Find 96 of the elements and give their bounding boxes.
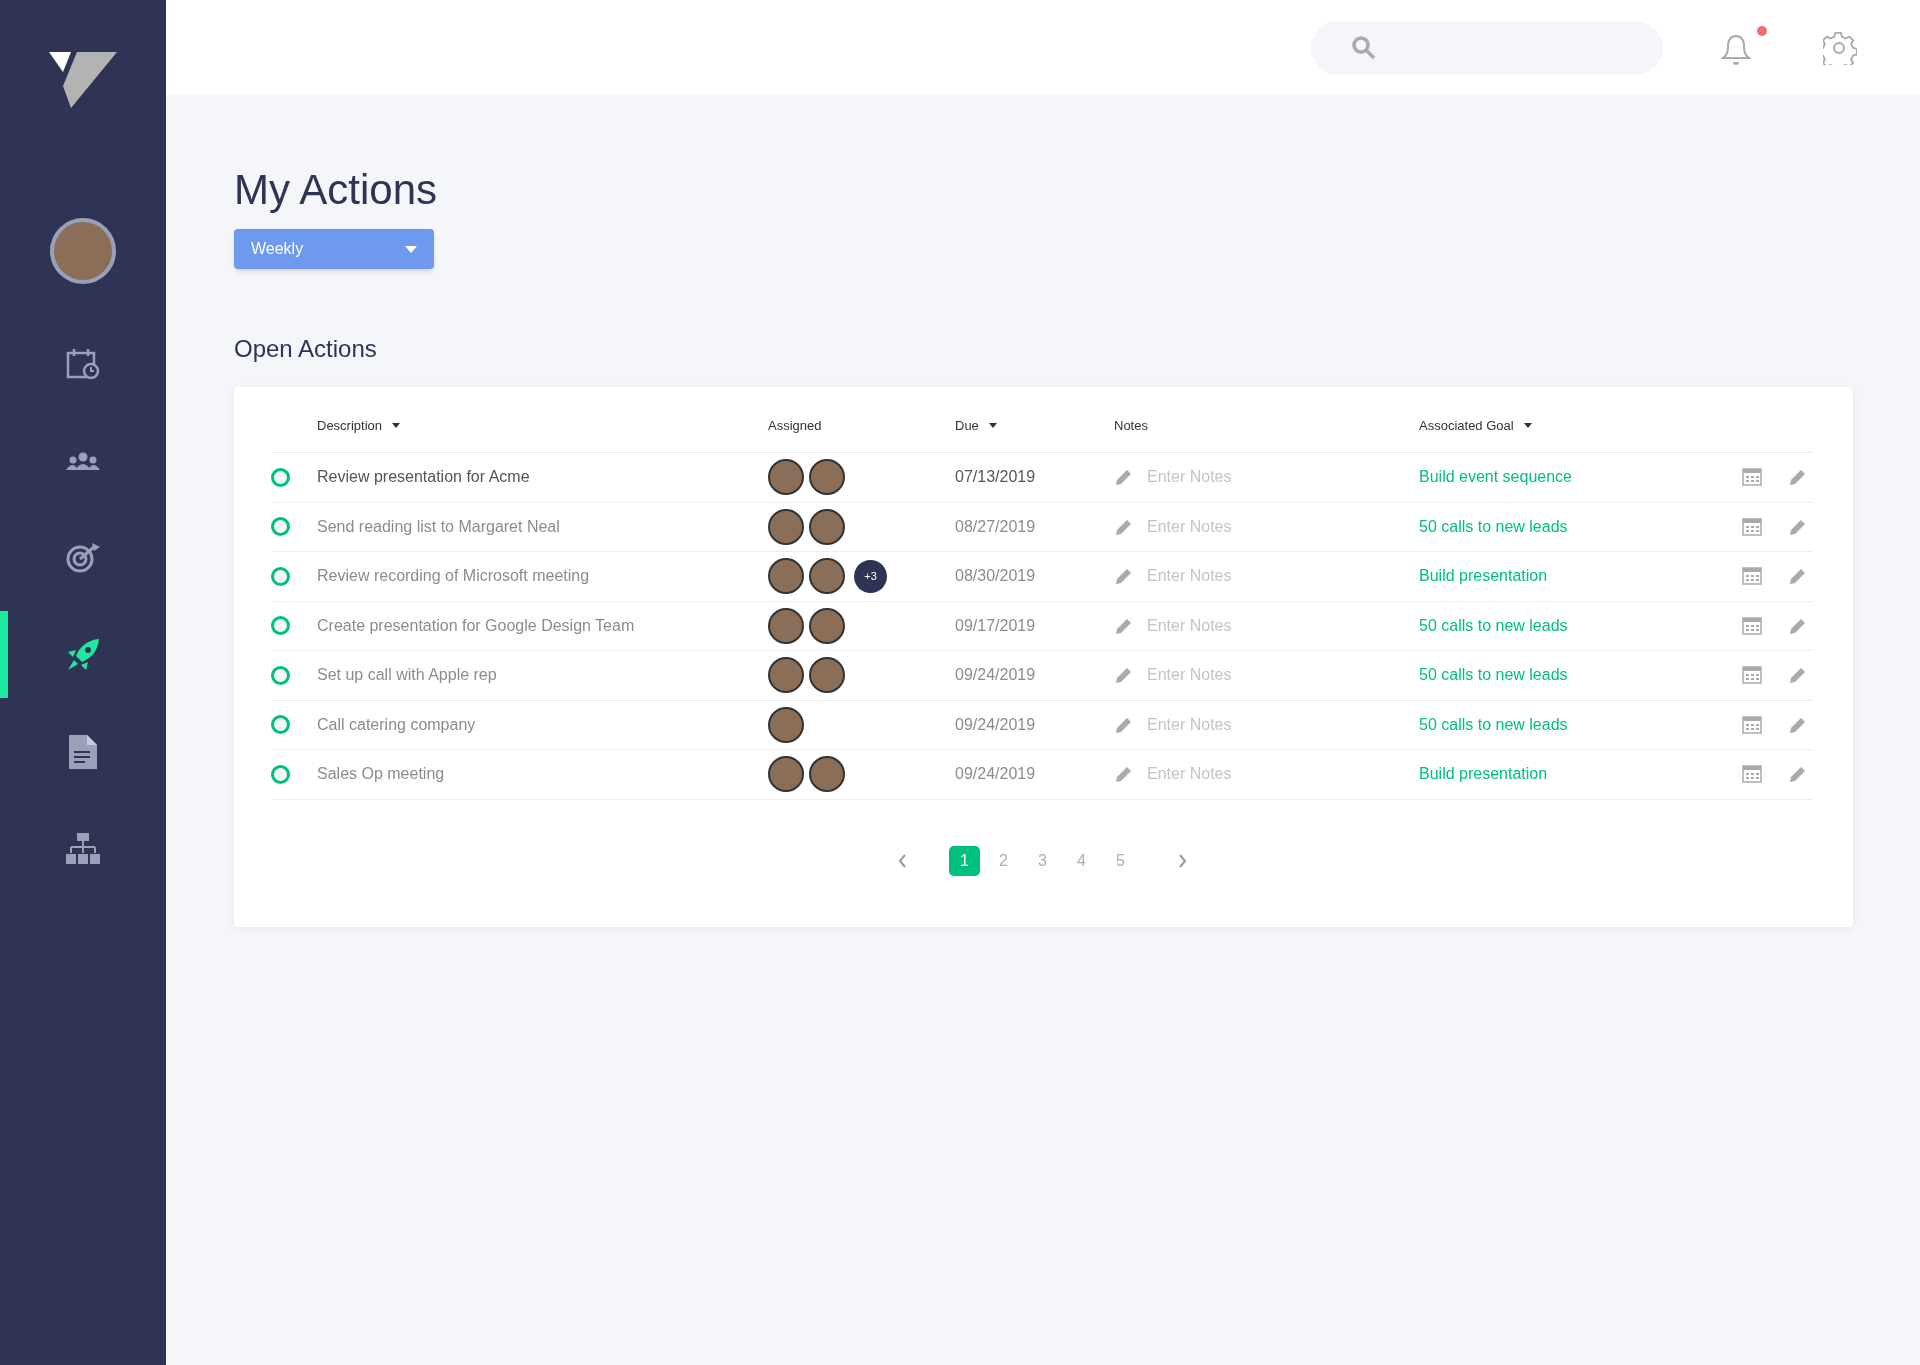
column-header[interactable]: Due <box>955 415 997 436</box>
goal-link[interactable]: 50 calls to new leads <box>1419 666 1568 684</box>
rocket-icon <box>66 637 100 672</box>
pencil-icon <box>1116 469 1132 486</box>
caret-icon <box>405 245 417 253</box>
due-date: 09/24/2019 <box>955 765 1036 783</box>
document-icon <box>69 734 97 769</box>
due-date: 08/30/2019 <box>955 567 1036 585</box>
previous-page-icon[interactable] <box>898 853 907 868</box>
avatar <box>809 508 845 545</box>
pencil-icon <box>1116 617 1132 634</box>
complete-checkbox[interactable] <box>271 566 290 586</box>
page-button[interactable]: 2 <box>988 845 1019 876</box>
avatar <box>768 607 804 644</box>
avatar <box>809 459 845 496</box>
page-title: My Actions <box>234 165 439 215</box>
notes-field[interactable]: Enter Notes <box>1147 564 1347 589</box>
edit-icon[interactable] <box>1790 518 1806 535</box>
calendar-icon[interactable] <box>1742 715 1762 734</box>
goal-link[interactable]: Build presentation <box>1419 567 1548 585</box>
page-button[interactable]: 4 <box>1066 845 1097 876</box>
avatar <box>809 558 845 595</box>
action-description: Sales Op meeting <box>317 765 445 783</box>
action-description: Create presentation for Google Design Team <box>317 616 635 634</box>
goal-link[interactable]: 50 calls to new leads <box>1419 517 1568 535</box>
goal-link[interactable]: 50 calls to new leads <box>1419 616 1568 634</box>
avatar <box>768 657 804 694</box>
complete-checkbox[interactable] <box>271 467 290 487</box>
complete-checkbox[interactable] <box>271 764 290 784</box>
column-header[interactable]: Associated Goal <box>1419 415 1532 436</box>
action-description: Set up call with Apple rep <box>317 666 497 684</box>
calendar-icon[interactable] <box>1742 567 1762 586</box>
column-header: Notes <box>1114 416 1148 435</box>
avatar <box>809 657 845 694</box>
page-button[interactable]: 1 <box>949 845 980 876</box>
action-description: Review recording of Microsoft meeting <box>317 567 590 585</box>
avatar <box>768 459 804 496</box>
complete-checkbox[interactable] <box>271 715 290 735</box>
target-icon <box>66 542 100 573</box>
more-assignees-badge[interactable]: +3 <box>854 559 887 593</box>
action-description: Send reading list to Margaret Neal <box>317 517 560 535</box>
complete-checkbox[interactable] <box>271 517 290 537</box>
due-date: 09/24/2019 <box>955 715 1036 733</box>
team-icon <box>66 451 100 470</box>
pencil-icon <box>1116 667 1132 684</box>
goal-link[interactable]: Build event sequence <box>1419 468 1572 486</box>
calendar-icon[interactable] <box>1742 616 1762 635</box>
avatar <box>809 756 845 793</box>
notes-field[interactable]: Enter Notes <box>1147 465 1347 490</box>
pencil-icon <box>1116 716 1132 733</box>
due-date: 08/27/2019 <box>955 517 1036 535</box>
avatar <box>768 706 804 743</box>
notes-field[interactable]: Enter Notes <box>1147 663 1347 688</box>
avatar <box>768 558 804 595</box>
goal-link[interactable]: Build presentation <box>1419 765 1548 783</box>
settings-icon[interactable] <box>1823 30 1857 65</box>
notes-field[interactable]: Enter Notes <box>1147 613 1347 638</box>
avatar <box>768 508 804 545</box>
calendar-icon[interactable] <box>1742 468 1762 487</box>
calendar-icon[interactable] <box>1742 517 1762 536</box>
avatar <box>809 607 845 644</box>
logo-icon <box>49 50 117 108</box>
edit-icon[interactable] <box>1790 667 1806 684</box>
complete-checkbox[interactable] <box>271 665 290 685</box>
column-header: Assigned <box>768 416 822 435</box>
pencil-icon <box>1116 766 1132 783</box>
due-date: 09/17/2019 <box>955 616 1036 634</box>
pencil-icon <box>1116 568 1132 585</box>
notes-field[interactable]: Enter Notes <box>1147 712 1347 737</box>
notes-field[interactable]: Enter Notes <box>1147 762 1347 787</box>
pencil-icon <box>1116 518 1132 535</box>
avatar <box>768 756 804 793</box>
complete-checkbox[interactable] <box>271 616 290 636</box>
action-description: Review presentation for Acme <box>317 468 530 486</box>
column-header[interactable]: Description <box>317 415 401 436</box>
search-icon <box>1351 34 1377 61</box>
edit-icon[interactable] <box>1790 716 1806 733</box>
period-dropdown[interactable]: Weekly <box>234 229 434 269</box>
action-description: Call catering company <box>317 715 476 733</box>
edit-icon[interactable] <box>1790 766 1806 783</box>
page-button[interactable]: 3 <box>1027 845 1058 876</box>
hierarchy-icon <box>66 832 100 865</box>
page-button[interactable]: 5 <box>1105 845 1136 876</box>
edit-icon[interactable] <box>1790 469 1806 486</box>
next-page-icon[interactable] <box>1178 853 1187 868</box>
edit-icon[interactable] <box>1790 568 1806 585</box>
calendar-clock-icon <box>66 347 100 380</box>
bell-icon <box>1721 32 1751 67</box>
goal-link[interactable]: 50 calls to new leads <box>1419 715 1568 733</box>
edit-icon[interactable] <box>1790 617 1806 634</box>
calendar-icon[interactable] <box>1742 765 1762 784</box>
section-title: Open Actions <box>234 334 378 364</box>
due-date: 07/13/2019 <box>955 468 1036 486</box>
calendar-icon[interactable] <box>1742 666 1762 685</box>
due-date: 09/24/2019 <box>955 666 1036 684</box>
notes-field[interactable]: Enter Notes <box>1147 514 1347 539</box>
